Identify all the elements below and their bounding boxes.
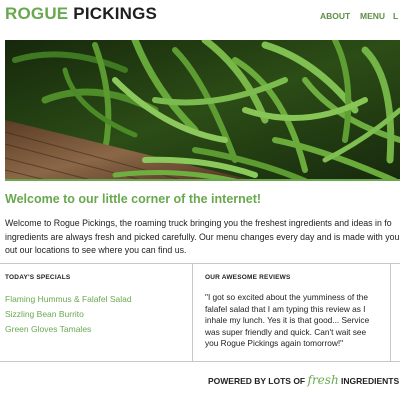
specials-list: Flaming Hummus & Falafel Salad Sizzling … (5, 292, 132, 337)
intro-paragraph: Welcome to Rogue Pickings, the roaming t… (5, 217, 400, 261)
column-divider (390, 263, 391, 361)
welcome-heading: Welcome to our little corner of the inte… (5, 192, 262, 206)
intro-line: out our locations to see where you can f… (5, 245, 187, 255)
review-line: "I got so excited about the yumminess of… (205, 292, 368, 302)
green-beans-photo-icon (5, 40, 400, 179)
footer-fresh-word: fresh (307, 373, 339, 387)
review-line: inhale my lunch. Yes it is that good... … (205, 315, 370, 325)
logo-word-rogue: ROGUE (5, 4, 69, 23)
special-item[interactable]: Flaming Hummus & Falafel Salad (5, 292, 132, 307)
nav-menu[interactable]: MENU (360, 11, 385, 21)
hero-image (5, 40, 400, 181)
site-header: ROGUE PICKINGS ABOUT MENU L (0, 0, 400, 34)
intro-line: Welcome to Rogue Pickings, the roaming t… (5, 218, 392, 228)
logo-word-pickings: PICKINGS (73, 4, 158, 23)
review-line: you Rogue Pickings again tomorrow!" (205, 338, 344, 348)
special-item[interactable]: Sizzling Bean Burrito (5, 307, 132, 322)
column-divider (192, 263, 193, 361)
nav-locations-truncated[interactable]: L (393, 11, 398, 21)
footer-tagline: POWERED BY LOTS OF fresh INGREDIENTS (208, 373, 399, 387)
section-divider (0, 361, 400, 362)
intro-line: ingredients are always fresh and picked … (5, 231, 400, 242)
footer-text-after: INGREDIENTS (338, 376, 400, 386)
specials-heading: TODAY'S SPECIALS (5, 274, 71, 281)
section-divider (0, 263, 400, 264)
footer-text-before: POWERED BY LOTS OF (208, 376, 308, 386)
review-line: was super friendly and quick. Can't wait… (205, 326, 367, 337)
review-line: falafel salad that I am typing this revi… (205, 303, 366, 314)
nav-about[interactable]: ABOUT (320, 11, 350, 21)
special-item[interactable]: Green Gloves Tamales (5, 322, 132, 337)
site-logo[interactable]: ROGUE PICKINGS (5, 4, 157, 24)
reviews-heading: OUR AWESOME REVIEWS (205, 274, 291, 281)
review-quote: "I got so excited about the yumminess of… (205, 292, 385, 350)
